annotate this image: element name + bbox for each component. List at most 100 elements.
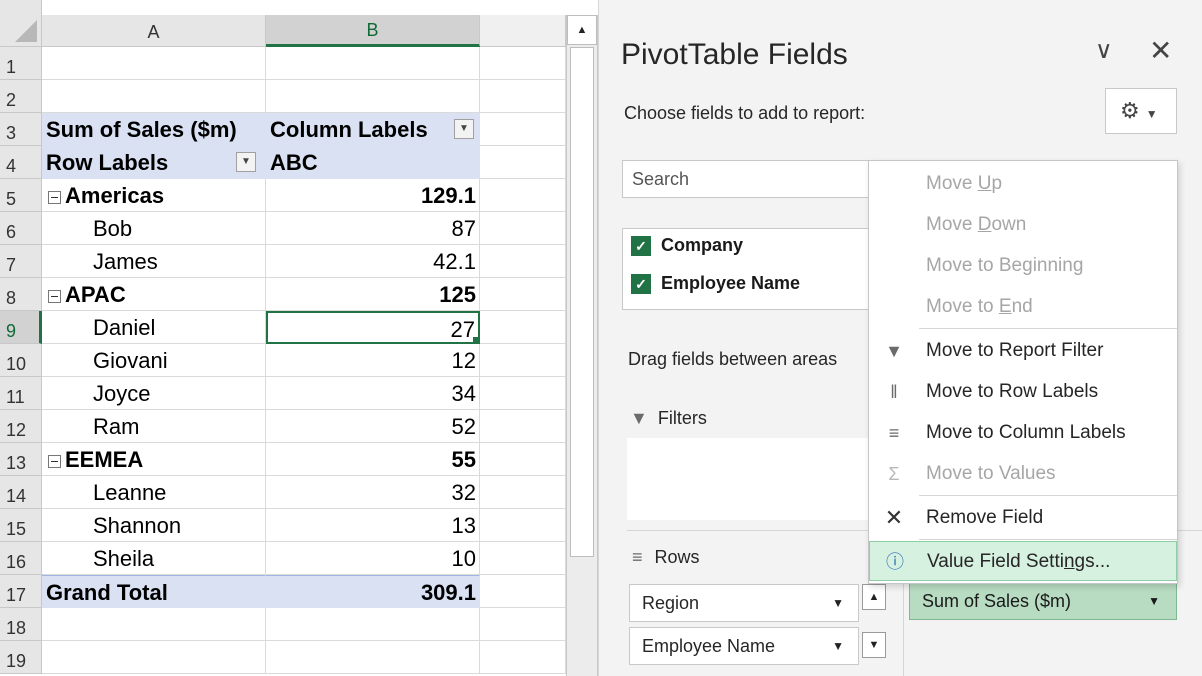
row-header[interactable]: 14 [0,476,42,509]
menu-item-value-field-settings[interactable]: ⓘ Value Field Settings... [869,541,1177,581]
menu-item-move-to-values[interactable]: Σ Move to Values [869,454,1177,494]
column-header-b[interactable]: B [266,15,480,47]
pivot-value[interactable]: 55 [266,443,480,476]
checkbox-checked-icon[interactable]: ✓ [631,273,651,294]
pivot-value[interactable]: 42.1 [266,245,480,278]
row-header[interactable]: 4 [0,146,42,179]
pivot-row-label[interactable]: Joyce [42,377,266,410]
row-labels-filter-button[interactable]: ▼ [236,152,256,172]
row-header[interactable]: 9 [0,311,42,344]
cell-c15[interactable] [480,509,566,542]
cell-c10[interactable] [480,344,566,377]
pivot-row-label[interactable]: APAC [42,278,266,311]
field-search-input[interactable]: Search [622,160,892,198]
pivot-row-label[interactable]: Bob [42,212,266,245]
pivot-values-header[interactable]: Sum of Sales ($m) [42,113,266,146]
pivot-value[interactable]: 52 [266,410,480,443]
pivot-value[interactable]: 12 [266,344,480,377]
cell-c7[interactable] [480,245,566,278]
cell-c6[interactable] [480,212,566,245]
grand-total-label[interactable]: Grand Total [42,575,266,608]
pivot-value[interactable]: 34 [266,377,480,410]
menu-item-move-to-end[interactable]: Move to End [869,287,1177,327]
rows-field-employee-name[interactable]: Employee Name ▼ [629,627,859,665]
pivot-row-label[interactable]: Ram [42,410,266,443]
pivot-row-label[interactable]: James [42,245,266,278]
row-header[interactable]: 7 [0,245,42,278]
filters-drop-area[interactable] [627,438,897,520]
cell-c13[interactable] [480,443,566,476]
menu-item-move-to-row-labels[interactable]: ‖ Move to Row Labels [869,372,1177,412]
tools-button[interactable]: ⚙ ▼ [1105,88,1177,134]
cell-a18[interactable] [42,608,266,641]
row-header[interactable]: 1 [0,47,42,80]
cell-c1[interactable] [480,47,566,80]
row-header[interactable]: 6 [0,212,42,245]
cell-b2[interactable] [266,80,480,113]
cell-c14[interactable] [480,476,566,509]
cell-c2[interactable] [480,80,566,113]
row-header[interactable]: 17 [0,575,42,608]
pivot-value[interactable]: 13 [266,509,480,542]
chevron-down-icon[interactable]: ∨ [1095,36,1113,65]
pivot-row-label[interactable]: Daniel [42,311,266,344]
scroll-up-icon[interactable]: ▲ [862,584,886,610]
selected-cell[interactable]: 27 [266,311,480,344]
row-header[interactable]: 13 [0,443,42,476]
row-header[interactable]: 12 [0,410,42,443]
row-header[interactable]: 11 [0,377,42,410]
row-header[interactable]: 19 [0,641,42,674]
pivot-row-labels[interactable]: Row Labels ▼ [42,146,266,179]
cell-c5[interactable] [480,179,566,212]
row-header[interactable]: 2 [0,80,42,113]
scrollbar-thumb[interactable] [570,47,594,557]
pivot-row-label[interactable]: EEMEA [42,443,266,476]
cell-b1[interactable] [266,47,480,80]
vertical-scrollbar[interactable]: ▲ [566,15,598,676]
checkbox-checked-icon[interactable]: ✓ [631,235,651,256]
scroll-down-icon[interactable]: ▼ [862,632,886,658]
row-header[interactable]: 3 [0,113,42,146]
cell-c18[interactable] [480,608,566,641]
field-item-company[interactable]: ✓ Company [631,235,743,256]
menu-item-move-to-column-labels[interactable]: ≡ Move to Column Labels [869,413,1177,453]
cell-c19[interactable] [480,641,566,674]
pivot-value[interactable]: 10 [266,542,480,575]
pivot-value[interactable]: 129.1 [266,179,480,212]
pivot-row-label[interactable]: Leanne [42,476,266,509]
pivot-value[interactable]: 125 [266,278,480,311]
cell-a2[interactable] [42,80,266,113]
cell-c12[interactable] [480,410,566,443]
pivot-value[interactable]: 32 [266,476,480,509]
pivot-row-label[interactable]: Giovani [42,344,266,377]
menu-item-remove-field[interactable]: ✕ Remove Field [869,498,1177,538]
row-header[interactable]: 10 [0,344,42,377]
cell-c17[interactable] [480,575,566,608]
menu-item-move-to-report-filter[interactable]: ▼ Move to Report Filter [869,331,1177,371]
row-header[interactable]: 18 [0,608,42,641]
cell-a1[interactable] [42,47,266,80]
cell-c9[interactable] [480,311,566,344]
cell-c11[interactable] [480,377,566,410]
row-header[interactable]: 15 [0,509,42,542]
pivot-column-labels[interactable]: Column Labels ▼ [266,113,480,146]
cell-c8[interactable] [480,278,566,311]
menu-item-move-up[interactable]: Move Up [869,164,1177,204]
values-field-sum-of-sales[interactable]: Sum of Sales ($m) ▼ [909,582,1177,620]
collapse-icon[interactable] [48,290,61,303]
pivot-row-label[interactable]: Americas [42,179,266,212]
cell-c3[interactable] [480,113,566,146]
collapse-icon[interactable] [48,455,61,468]
pivot-value[interactable]: 87 [266,212,480,245]
rows-field-region[interactable]: Region ▼ [629,584,859,622]
cell-b18[interactable] [266,608,480,641]
pivot-row-label[interactable]: Sheila [42,542,266,575]
menu-item-move-to-beginning[interactable]: Move to Beginning [869,246,1177,286]
cell-b19[interactable] [266,641,480,674]
column-header-c[interactable] [480,15,566,47]
cell-c4[interactable] [480,146,566,179]
column-labels-filter-button[interactable]: ▼ [454,119,474,139]
row-header[interactable]: 5 [0,179,42,212]
pivot-row-label[interactable]: Shannon [42,509,266,542]
field-item-employee-name[interactable]: ✓ Employee Name [631,273,800,294]
